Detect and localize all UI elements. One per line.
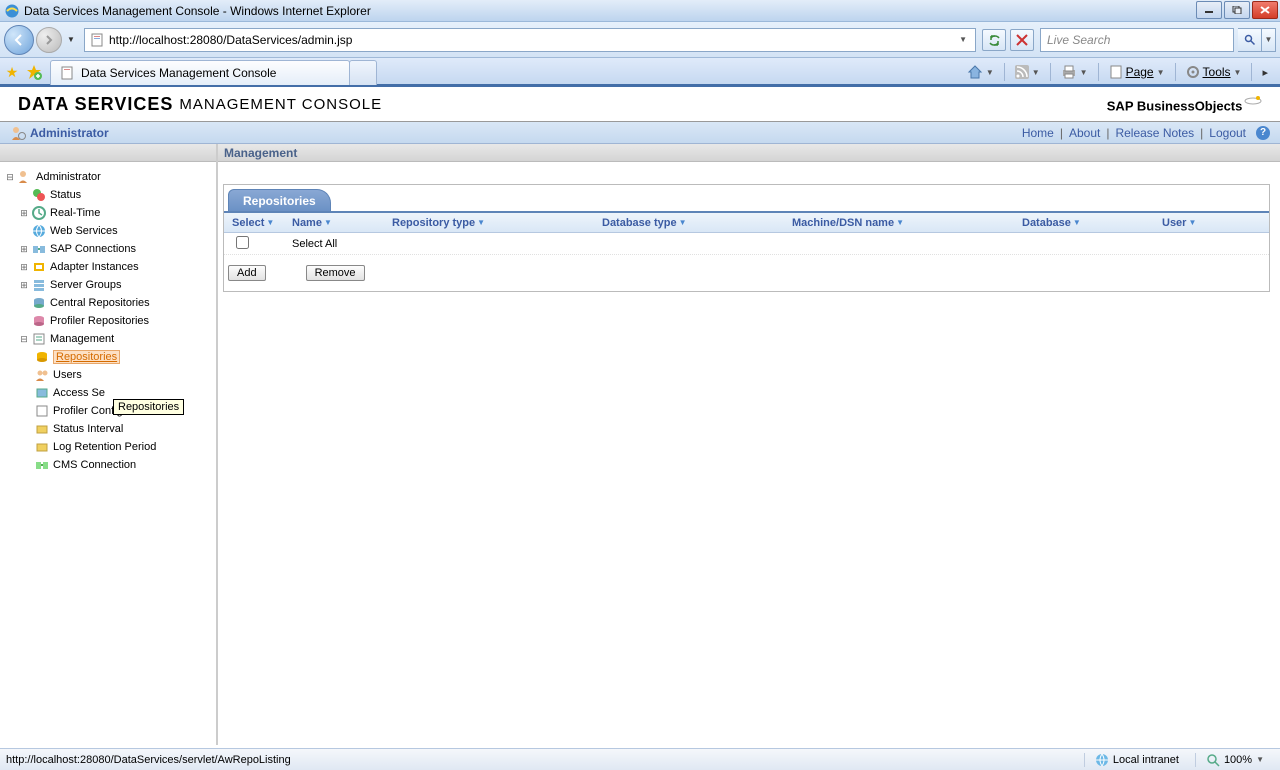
tree-node-users[interactable]: Users	[4, 366, 212, 384]
tree-node-centralrepos[interactable]: Central Repositories	[4, 294, 212, 312]
browser-tab-row: ★ Data Services Management Console ▼ ▼ ▼…	[0, 58, 1280, 87]
app-title: DATA SERVICES	[18, 94, 173, 115]
tree-node-realtime[interactable]: ⊞Real-Time	[4, 204, 212, 222]
address-url: http://localhost:28080/DataServices/admi…	[109, 33, 352, 47]
tab-repositories[interactable]: Repositories	[228, 189, 331, 211]
select-all-checkbox[interactable]	[236, 236, 249, 249]
grid-select-all-row: Select All	[224, 233, 1269, 255]
search-input[interactable]: Live Search	[1040, 28, 1234, 52]
content-pane: Management Repositories Select▼ Name▼ Re…	[218, 144, 1280, 745]
tree-node-status-interval[interactable]: Status Interval	[4, 420, 212, 438]
status-bar: http://localhost:28080/DataServices/serv…	[0, 748, 1280, 770]
tree-node-repositories[interactable]: Repositories	[4, 348, 212, 366]
tree-node-status[interactable]: Status	[4, 186, 212, 204]
app-subtitle: MANAGEMENT CONSOLE	[179, 96, 382, 113]
tree-node-adapter[interactable]: ⊞Adapter Instances	[4, 258, 212, 276]
app-header: DATA SERVICES MANAGEMENT CONSOLE SAP Bus…	[0, 87, 1280, 122]
tree-node-servergroups[interactable]: ⊞Server Groups	[4, 276, 212, 294]
breadcrumb: Management	[218, 144, 1280, 162]
window-title: Data Services Management Console - Windo…	[24, 4, 371, 18]
refresh-button[interactable]	[982, 29, 1006, 51]
tree-node-cms-conn[interactable]: CMS Connection	[4, 456, 212, 474]
link-logout[interactable]: Logout	[1209, 126, 1246, 140]
print-button[interactable]: ▼	[1057, 63, 1092, 81]
help-icon[interactable]: ?	[1256, 126, 1270, 140]
tools-menu-button[interactable]: Tools▼	[1182, 63, 1246, 81]
select-all-label: Select All	[284, 238, 384, 250]
add-button[interactable]: Add	[228, 265, 266, 281]
col-user[interactable]: User▼	[1154, 217, 1269, 229]
back-button[interactable]	[4, 25, 34, 55]
window-titlebar: Data Services Management Console - Windo…	[0, 0, 1280, 22]
zoom-control[interactable]: 100% ▼	[1195, 753, 1274, 767]
security-zone[interactable]: Local intranet	[1084, 753, 1189, 767]
tree-node-management[interactable]: ⊟Management	[4, 330, 212, 348]
search-go-button[interactable]	[1238, 28, 1262, 52]
sap-logo: SAP BusinessObjects	[1107, 95, 1262, 113]
page-icon	[89, 32, 105, 48]
nav-toolbar: ▼ http://localhost:28080/DataServices/ad…	[0, 22, 1280, 58]
close-button[interactable]	[1252, 1, 1278, 19]
nav-tree: ⊟Administrator Status ⊞Real-Time Web Ser…	[0, 162, 216, 480]
tree-node-profilerrepos[interactable]: Profiler Repositories	[4, 312, 212, 330]
minimize-button[interactable]	[1196, 1, 1222, 19]
link-home[interactable]: Home	[1022, 126, 1054, 140]
sidebar: ⊟Administrator Status ⊞Real-Time Web Ser…	[0, 144, 218, 745]
link-release-notes[interactable]: Release Notes	[1115, 126, 1194, 140]
remove-button[interactable]: Remove	[306, 265, 365, 281]
home-button[interactable]: ▼	[963, 62, 998, 82]
col-db-type[interactable]: Database type▼	[594, 217, 784, 229]
admin-label: Administrator	[30, 126, 109, 140]
browser-tab-active[interactable]: Data Services Management Console	[50, 60, 350, 85]
admin-icon	[10, 125, 26, 141]
maximize-button[interactable]	[1224, 1, 1250, 19]
col-database[interactable]: Database▼	[1014, 217, 1154, 229]
tree-node-log-retention[interactable]: Log Retention Period	[4, 438, 212, 456]
link-about[interactable]: About	[1069, 126, 1100, 140]
favorites-icon[interactable]: ★	[4, 64, 20, 80]
toolbar-overflow[interactable]: ▸	[1258, 66, 1272, 79]
page-menu-button[interactable]: Page▼	[1105, 63, 1169, 81]
tree-node-sapconn[interactable]: ⊞SAP Connections	[4, 240, 212, 258]
feeds-button[interactable]: ▼	[1011, 63, 1044, 81]
forward-button[interactable]	[36, 27, 62, 53]
address-dropdown[interactable]: ▼	[955, 35, 971, 44]
tab-page-icon	[59, 65, 75, 81]
stop-button[interactable]	[1010, 29, 1034, 51]
tooltip: Repositories	[113, 399, 184, 415]
search-dropdown[interactable]: ▼	[1262, 28, 1276, 52]
col-machine[interactable]: Machine/DSN name▼	[784, 217, 1014, 229]
col-name[interactable]: Name▼	[284, 217, 384, 229]
status-url: http://localhost:28080/DataServices/serv…	[6, 754, 291, 766]
nav-history-dropdown[interactable]: ▼	[64, 35, 78, 44]
col-repo-type[interactable]: Repository type▼	[384, 217, 594, 229]
tab-title: Data Services Management Console	[81, 66, 276, 80]
ie-icon	[4, 3, 20, 19]
grid-header: Select▼ Name▼ Repository type▼ Database …	[224, 213, 1269, 233]
add-favorites-icon[interactable]	[26, 64, 42, 80]
tree-node-root[interactable]: ⊟Administrator	[4, 168, 212, 186]
col-select[interactable]: Select▼	[224, 217, 284, 229]
new-tab-button[interactable]	[349, 60, 377, 85]
tree-node-webservices[interactable]: Web Services	[4, 222, 212, 240]
admin-bar: Administrator Home| About| Release Notes…	[0, 122, 1280, 144]
address-bar[interactable]: http://localhost:28080/DataServices/admi…	[84, 28, 976, 52]
sidebar-header	[0, 144, 216, 162]
search-placeholder: Live Search	[1047, 33, 1110, 47]
